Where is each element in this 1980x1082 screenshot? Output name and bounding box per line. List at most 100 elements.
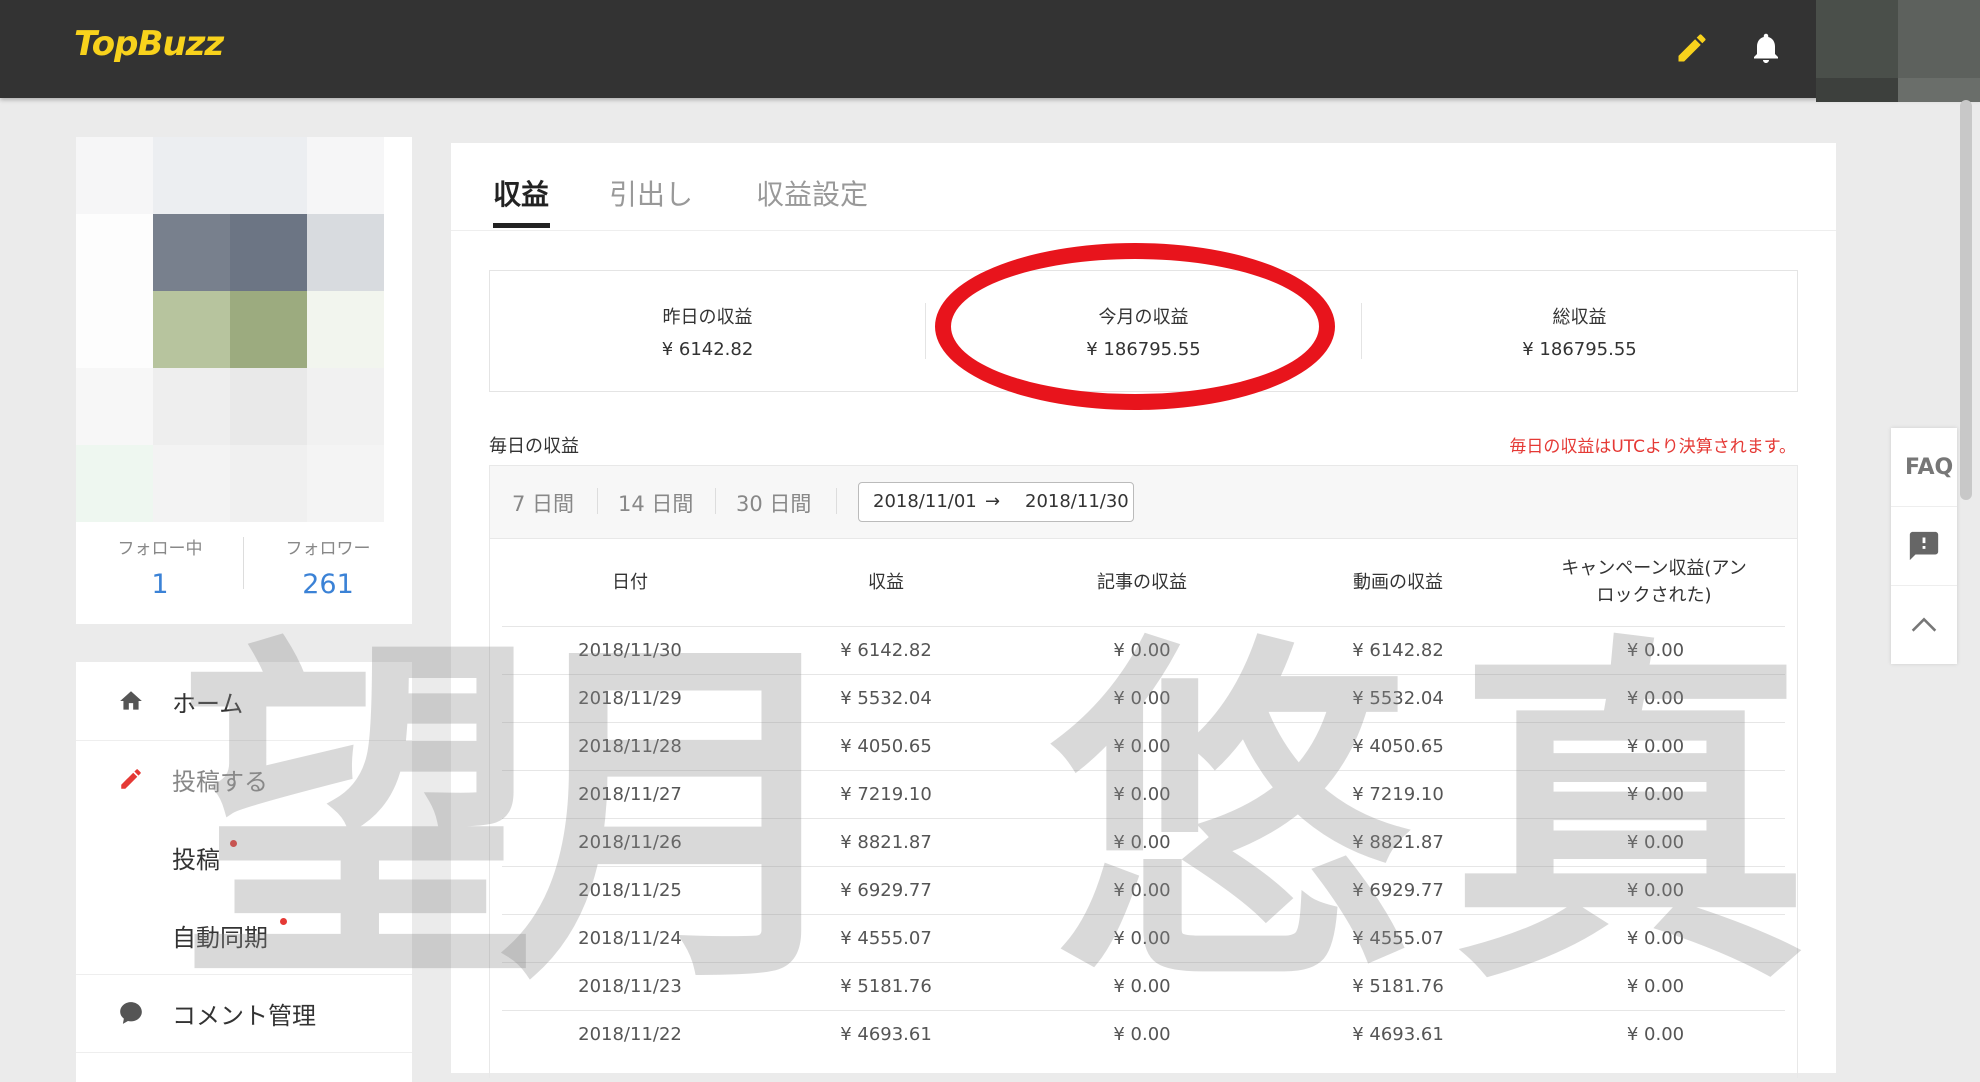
table-cell: 2018/11/22 xyxy=(578,1024,682,1045)
followers-count: 261 xyxy=(302,569,354,600)
table-cell: ¥ 4050.65 xyxy=(840,736,932,757)
topbuzz-logo[interactable]: TopBuzz xyxy=(74,24,224,64)
date-range-picker[interactable]: 2018/11/01 → 2018/11/30 xyxy=(858,482,1134,522)
profile-image xyxy=(76,137,412,522)
tab-earnings-settings[interactable]: 収益設定 xyxy=(756,173,868,213)
table-cell: ¥ 0.00 xyxy=(1626,976,1685,997)
floating-tools: FAQ xyxy=(1891,428,1957,664)
nav-label-auto-sync: 自動同期 xyxy=(172,924,268,952)
pencil-icon[interactable] xyxy=(1674,30,1710,66)
tab-withdraw[interactable]: 引出し xyxy=(609,173,693,213)
nav-item-auto-sync[interactable]: 自動同期 xyxy=(76,896,412,974)
table-cell: ¥ 0.00 xyxy=(1626,832,1685,853)
table-cell: ¥ 5532.04 xyxy=(1352,688,1444,709)
table-row: 2018/11/27 ¥ 7219.10 ¥ 0.00 ¥ 7219.10 ¥ 0.00 xyxy=(502,770,1785,819)
table-row: 2018/11/25 ¥ 6929.77 ¥ 0.00 ¥ 6929.77 ¥ 0.00 xyxy=(502,866,1785,915)
table-row: 2018/11/23 ¥ 5181.76 ¥ 0.00 ¥ 5181.76 ¥ 0.00 xyxy=(502,962,1785,1011)
faq-button[interactable]: FAQ xyxy=(1891,428,1957,506)
table-cell: ¥ 7219.10 xyxy=(1352,784,1444,805)
faq-label: FAQ xyxy=(1905,455,1954,480)
earnings-table: 日付 収益 記事の収益 動画の収益 キャンペーン収益(アンロックされた) 201… xyxy=(489,538,1798,1078)
table-cell: 2018/11/25 xyxy=(578,880,682,901)
table-cell: ¥ 0.00 xyxy=(1113,832,1171,853)
home-icon xyxy=(118,688,144,714)
table-cell: ¥ 0.00 xyxy=(1113,688,1171,709)
table-cell: ¥ 0.00 xyxy=(1626,880,1685,901)
table-cell: ¥ 0.00 xyxy=(1626,736,1685,757)
notification-dot xyxy=(280,918,287,925)
page-scrollbar[interactable] xyxy=(1960,100,1972,500)
comment-icon xyxy=(118,1000,144,1026)
range-30-days[interactable]: 30 日間 xyxy=(736,488,811,518)
following-stat[interactable]: フォロー中 1 xyxy=(76,534,244,600)
utc-note: 毎日の収益はUTCより決算されます。 xyxy=(1509,437,1796,457)
tab-earnings[interactable]: 収益 xyxy=(493,173,549,213)
followers-label: フォロワー xyxy=(285,539,371,559)
daily-earnings-title: 毎日の収益 xyxy=(489,436,579,457)
nav-item-post-sub[interactable]: 投稿 xyxy=(76,818,412,896)
table-cell: ¥ 4555.07 xyxy=(1352,928,1444,949)
total-label: 総収益 xyxy=(1552,307,1607,328)
range-divider xyxy=(597,488,598,514)
table-cell: ¥ 6929.77 xyxy=(840,880,932,901)
nav-item-home[interactable]: ホーム xyxy=(76,662,412,740)
table-cell: ¥ 0.00 xyxy=(1626,640,1685,661)
col-header-date: 日付 xyxy=(612,571,648,593)
table-cell: ¥ 0.00 xyxy=(1113,736,1171,757)
table-cell: ¥ 0.00 xyxy=(1113,880,1171,901)
col-header-campaign-earnings: キャンペーン収益(アンロックされた) xyxy=(1561,558,1747,606)
table-row: 2018/11/26 ¥ 8821.87 ¥ 0.00 ¥ 8821.87 ¥ 0.00 xyxy=(502,818,1785,867)
table-cell: ¥ 8821.87 xyxy=(840,832,932,853)
table-row: 2018/11/22 ¥ 4693.61 ¥ 0.00 ¥ 4693.61 ¥ 0.00 xyxy=(502,1010,1785,1059)
earnings-panel: 収益 引出し 収益設定 昨日の収益 ¥ 6142.82 今月の収益 ¥ 1867… xyxy=(451,143,1836,1078)
yesterday-earnings: 昨日の収益 ¥ 6142.82 xyxy=(490,271,925,391)
table-cell: ¥ 0.00 xyxy=(1113,640,1171,661)
nav-label-post: 投稿する xyxy=(172,768,268,796)
table-cell: ¥ 5181.76 xyxy=(840,976,932,997)
table-cell: ¥ 5181.76 xyxy=(1352,976,1444,997)
table-cell: ¥ 4693.61 xyxy=(1352,1024,1444,1045)
col-header-earnings: 収益 xyxy=(868,571,904,593)
followers-stat[interactable]: フォロワー 261 xyxy=(244,534,412,600)
range-divider xyxy=(836,488,837,514)
bell-icon[interactable] xyxy=(1748,30,1784,66)
nav-label-comments: コメント管理 xyxy=(172,1002,316,1030)
nav-item-comments[interactable]: コメント管理 xyxy=(76,974,412,1052)
table-cell: ¥ 5532.04 xyxy=(840,688,932,709)
col-header-article-earnings: 記事の収益 xyxy=(1097,571,1187,593)
user-avatar[interactable] xyxy=(1816,0,1980,102)
nav-label-home: ホーム xyxy=(172,690,244,718)
nav-divider xyxy=(76,1052,412,1053)
table-cell: ¥ 0.00 xyxy=(1626,784,1685,805)
table-cell: ¥ 6142.82 xyxy=(1352,640,1444,661)
nav-item-post[interactable]: 投稿する xyxy=(76,740,412,818)
top-bar: TopBuzz xyxy=(0,0,1980,102)
date-from: 2018/11/01 xyxy=(873,491,977,512)
date-to: 2018/11/30 xyxy=(1025,491,1129,512)
table-cell: 2018/11/24 xyxy=(578,928,682,949)
table-cell: 2018/11/30 xyxy=(578,640,682,661)
range-14-days[interactable]: 14 日間 xyxy=(618,488,693,518)
table-cell: ¥ 0.00 xyxy=(1113,784,1171,805)
table-cell: ¥ 0.00 xyxy=(1113,1024,1171,1045)
table-cell: ¥ 4693.61 xyxy=(840,1024,932,1045)
range-7-days[interactable]: 7 日間 xyxy=(512,488,574,518)
nav-label-post-sub: 投稿 xyxy=(172,846,220,874)
back-to-top-button[interactable] xyxy=(1891,586,1957,664)
active-tab-indicator xyxy=(493,223,550,228)
chevron-up-icon xyxy=(1911,617,1937,632)
pencil-icon xyxy=(118,766,144,792)
table-cell: 2018/11/23 xyxy=(578,976,682,997)
table-cell: ¥ 0.00 xyxy=(1113,928,1171,949)
table-cell: ¥ 4555.07 xyxy=(840,928,932,949)
table-cell: ¥ 0.00 xyxy=(1113,976,1171,997)
table-cell: ¥ 0.00 xyxy=(1626,928,1685,949)
table-cell: ¥ 8821.87 xyxy=(1352,832,1444,853)
table-cell: ¥ 4050.65 xyxy=(1352,736,1444,757)
table-row: 2018/11/30 ¥ 6142.82 ¥ 0.00 ¥ 6142.82 ¥ 0.00 xyxy=(502,626,1785,675)
total-value: ¥ 186795.55 xyxy=(1522,339,1637,360)
tab-divider xyxy=(451,230,1836,231)
following-count: 1 xyxy=(151,569,169,600)
feedback-button[interactable] xyxy=(1891,507,1957,585)
table-cell: 2018/11/29 xyxy=(578,688,682,709)
